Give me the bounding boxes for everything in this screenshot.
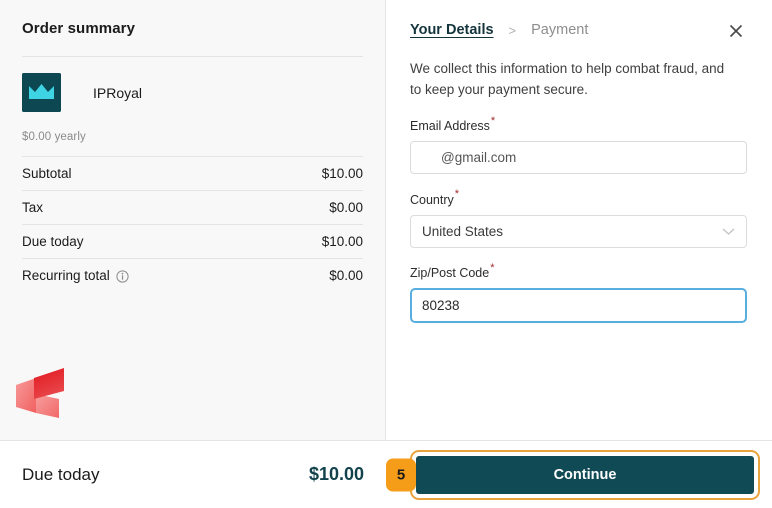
paddle-logo-icon bbox=[14, 366, 78, 422]
email-field-label: Email Address bbox=[410, 119, 490, 134]
zip-field-group: Zip/Post Code* 80238 bbox=[410, 262, 747, 323]
continue-button-wrapper: Continue bbox=[410, 449, 760, 500]
total-label: Recurring total bbox=[22, 268, 110, 283]
fraud-notice-text: We collect this information to help comb… bbox=[410, 61, 725, 97]
breadcrumb-payment[interactable]: Payment bbox=[531, 22, 588, 38]
total-value: $0.00 bbox=[329, 200, 363, 215]
breadcrumb: Your Details > Payment bbox=[410, 0, 747, 38]
footer-due-value: $10.00 bbox=[308, 464, 364, 484]
order-totals-table: Subtotal $10.00 Tax $0.00 Due today $10.… bbox=[22, 156, 363, 292]
breadcrumb-separator-icon: > bbox=[508, 22, 517, 38]
zip-field-label: Zip/Post Code bbox=[410, 265, 490, 280]
table-row: Subtotal $10.00 bbox=[22, 157, 363, 190]
chevron-down-icon bbox=[722, 224, 735, 239]
total-value: $10.00 bbox=[321, 234, 363, 249]
required-asterisk: * bbox=[490, 114, 496, 127]
your-details-panel: Your Details > Payment We collect this i… bbox=[386, 0, 771, 440]
country-select[interactable]: United States bbox=[410, 214, 747, 248]
step-badge: 5 bbox=[386, 458, 416, 491]
total-label: Due today bbox=[22, 234, 84, 249]
table-row: Recurring total $0.00 bbox=[22, 259, 363, 292]
product-name: IPRoyal bbox=[93, 84, 143, 101]
table-row: Tax $0.00 bbox=[22, 191, 363, 224]
required-asterisk: * bbox=[490, 261, 495, 274]
footer-actions: 5 Continue bbox=[386, 449, 772, 500]
breadcrumb-your-details[interactable]: Your Details bbox=[410, 22, 494, 38]
footer-due-summary: Due today $10.00 bbox=[0, 464, 386, 485]
footer-due-label: Due today bbox=[22, 464, 100, 484]
table-row: Due today $10.00 bbox=[22, 225, 363, 258]
checkout-footer: Due today $10.00 5 Continue bbox=[0, 440, 772, 508]
close-icon[interactable] bbox=[725, 20, 747, 42]
checkout-body: Order summary IPRoyal $0.00 yearly Subto… bbox=[0, 0, 772, 440]
order-summary-panel: Order summary IPRoyal $0.00 yearly Subto… bbox=[0, 0, 386, 440]
country-field-label: Country bbox=[410, 192, 454, 207]
iproyal-logo-icon bbox=[22, 73, 61, 112]
country-select-value: United States bbox=[422, 223, 504, 239]
email-input[interactable]: @gmail.com bbox=[410, 141, 747, 175]
info-icon[interactable] bbox=[116, 270, 129, 283]
required-asterisk: * bbox=[454, 188, 460, 201]
order-summary-title: Order summary bbox=[22, 20, 136, 37]
checkout-overlay: Order summary IPRoyal $0.00 yearly Subto… bbox=[0, 0, 772, 508]
plan-billing-note: $0.00 yearly bbox=[22, 131, 86, 143]
total-label: Subtotal bbox=[22, 166, 72, 181]
total-value: $0.00 bbox=[329, 268, 363, 283]
product-row: IPRoyal bbox=[22, 57, 363, 112]
zip-input[interactable]: 80238 bbox=[410, 287, 747, 323]
email-field-group: Email Address* @gmail.com bbox=[410, 114, 747, 175]
continue-button[interactable]: Continue bbox=[416, 455, 754, 494]
country-field-group: Country* United States bbox=[410, 188, 747, 248]
total-label: Tax bbox=[22, 200, 44, 215]
total-value: $10.00 bbox=[321, 166, 363, 181]
